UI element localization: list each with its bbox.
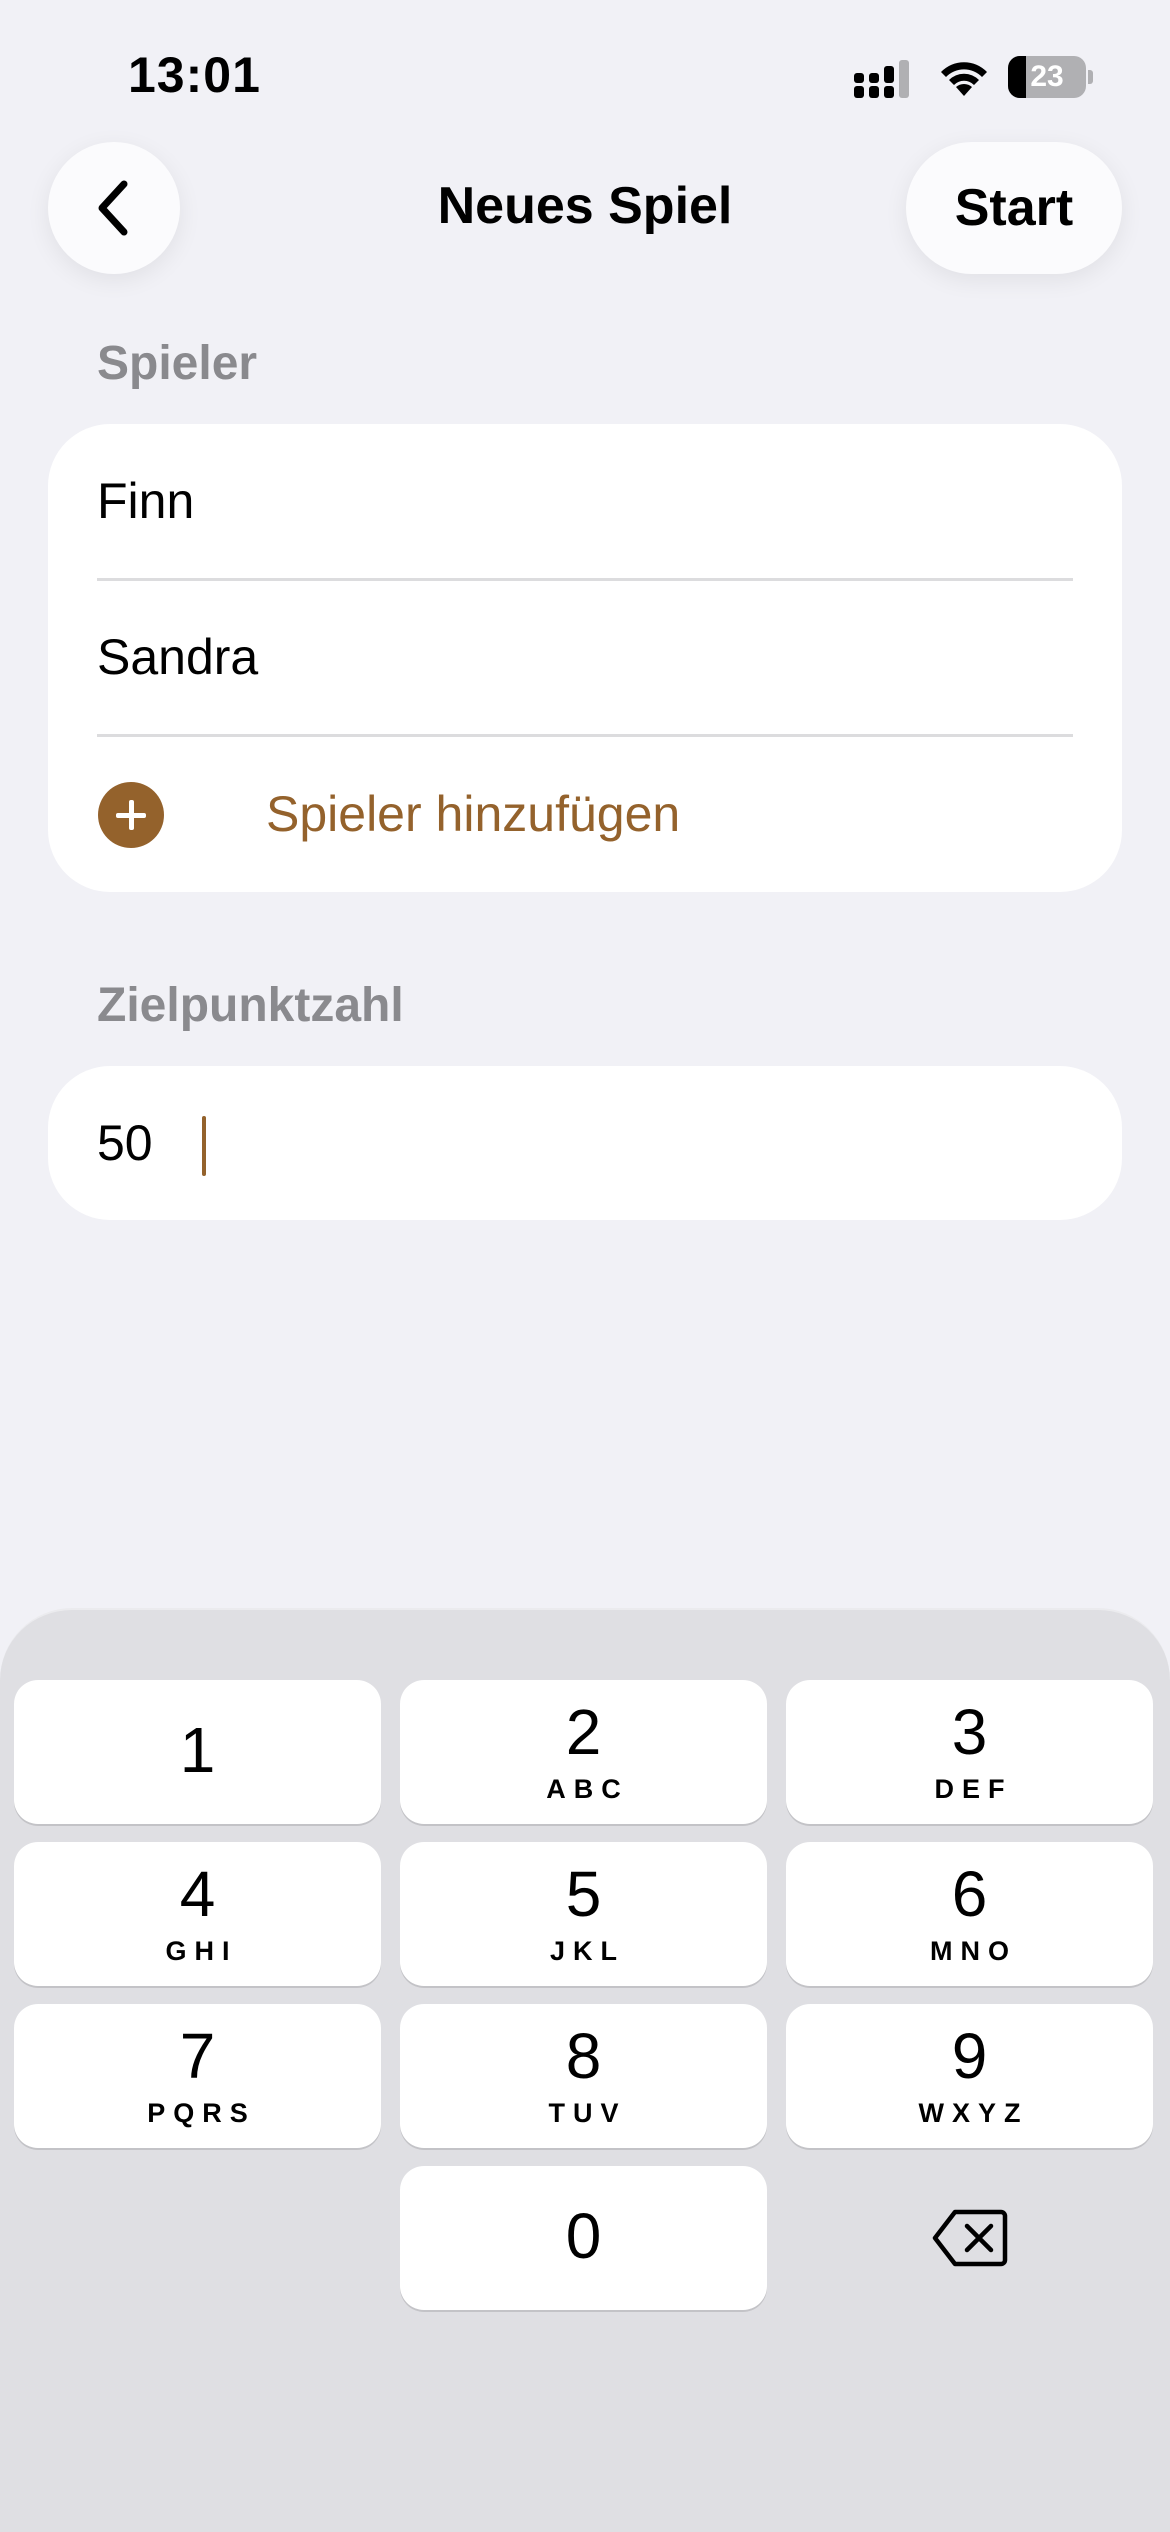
- target-score-label: Zielpunktzahl: [97, 979, 404, 1032]
- status-bar: 13:01 23: [0, 0, 1170, 150]
- battery-icon: 23: [1008, 56, 1093, 98]
- key-5[interactable]: 5 JKL: [400, 1842, 767, 1986]
- key-6[interactable]: 6 MNO: [786, 1842, 1153, 1986]
- key-letters: PQRS: [147, 2098, 256, 2128]
- status-time: 13:01: [128, 47, 261, 103]
- battery-level-text: 23: [1030, 60, 1064, 93]
- key-3[interactable]: 3 DEF: [786, 1680, 1153, 1824]
- player-name-field[interactable]: Sandra: [97, 580, 1073, 735]
- key-8[interactable]: 8 TUV: [400, 2004, 767, 2148]
- start-button[interactable]: Start: [906, 142, 1122, 274]
- players-card: Finn Sandra Spieler hinzufügen: [48, 424, 1122, 892]
- player-name-field[interactable]: Finn: [97, 424, 1073, 579]
- target-score-input[interactable]: 50: [48, 1066, 1122, 1220]
- key-1[interactable]: 1: [14, 1680, 381, 1824]
- key-0[interactable]: 0: [400, 2166, 767, 2310]
- key-letters: DEF: [934, 1774, 1013, 1804]
- key-digit: 6: [951, 1858, 988, 1930]
- key-2[interactable]: 2 ABC: [400, 1680, 767, 1824]
- key-digit: 3: [951, 1696, 988, 1768]
- key-letters: GHI: [165, 1936, 238, 1966]
- key-digit: 4: [179, 1858, 216, 1930]
- key-digit: 2: [565, 1696, 602, 1768]
- key-digit: 1: [179, 1714, 216, 1786]
- key-7[interactable]: 7 PQRS: [14, 2004, 381, 2148]
- key-digit: 0: [565, 2200, 602, 2272]
- text-cursor: [202, 1116, 206, 1176]
- key-letters: WXYZ: [918, 2098, 1029, 2128]
- key-letters: TUV: [548, 2098, 627, 2128]
- key-letters: MNO: [930, 1936, 1017, 1966]
- key-9[interactable]: 9 WXYZ: [786, 2004, 1153, 2148]
- add-player-button[interactable]: Spieler hinzufügen: [98, 736, 1074, 892]
- key-digit: 8: [565, 2020, 602, 2092]
- players-section-label: Spieler: [97, 337, 258, 390]
- key-letters: ABC: [546, 1774, 629, 1804]
- target-score-value: 50: [97, 1115, 153, 1171]
- key-digit: 7: [179, 2020, 216, 2092]
- plus-circle-icon: [98, 782, 164, 848]
- key-4[interactable]: 4 GHI: [14, 1842, 381, 1986]
- delete-backspace-icon: [932, 2209, 1007, 2267]
- add-player-label: Spieler hinzufügen: [266, 786, 681, 842]
- delete-key[interactable]: [786, 2166, 1153, 2310]
- wifi-icon: [941, 62, 987, 96]
- signal-icon: [854, 60, 909, 98]
- key-digit: 9: [951, 2020, 988, 2092]
- key-letters: JKL: [549, 1936, 625, 1966]
- key-digit: 5: [565, 1858, 602, 1930]
